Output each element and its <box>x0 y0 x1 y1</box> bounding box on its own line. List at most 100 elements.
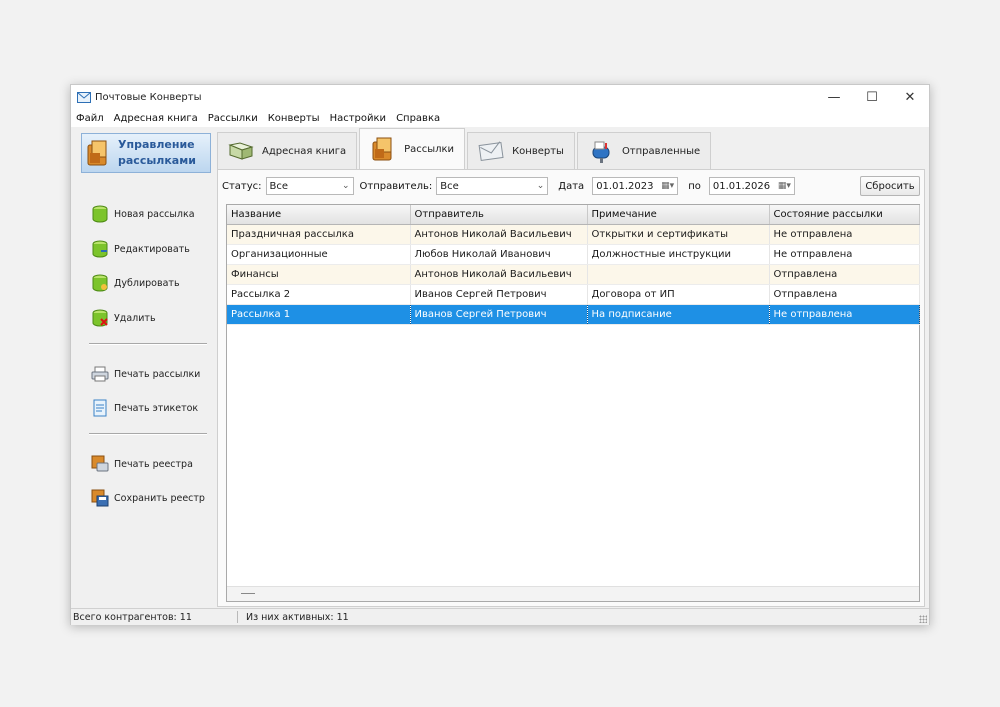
sidebar-item-label: Удалить <box>114 312 156 324</box>
table-row[interactable]: Финансы Антонов Николай Васильевич Отпра… <box>227 264 920 285</box>
cell-name: Рассылка 2 <box>227 284 411 305</box>
calendar-dropdown-icon[interactable]: ▦▾ <box>661 181 674 191</box>
cell-sender: Иванов Сергей Петрович <box>410 284 588 305</box>
tab-sent[interactable]: Отправленные <box>576 132 712 169</box>
table-row[interactable]: Организационные Любов Николай Иванович Д… <box>227 244 920 265</box>
cell-note: Договора от ИП <box>587 284 770 305</box>
maximize-button[interactable]: ☐ <box>853 85 891 109</box>
column-header-sender[interactable]: Отправитель <box>410 205 588 225</box>
print-mailing-button[interactable]: Печать рассылки <box>91 363 200 385</box>
envelope-icon <box>478 139 504 163</box>
cell-note <box>587 264 770 285</box>
delete-mailing-button[interactable]: Удалить <box>91 307 156 329</box>
mailings-panel: Статус: Все ⌄ Отправитель: Все ⌄ Дата 01… <box>217 169 925 607</box>
label-icon <box>91 398 109 418</box>
sidebar-divider <box>89 433 207 435</box>
mailing-management-icon <box>86 139 110 167</box>
tab-address-book[interactable]: Адресная книга <box>217 132 358 169</box>
cell-sender: Антонов Николай Васильевич <box>410 264 588 285</box>
sidebar-item-label: Печать реестра <box>114 458 193 470</box>
edit-mailing-button[interactable]: Редактировать <box>91 238 190 260</box>
sender-select-value: Все <box>440 180 459 192</box>
status-divider <box>237 611 238 623</box>
sidebar-header: Управление рассылками <box>81 133 211 173</box>
print-labels-button[interactable]: Печать этикеток <box>91 397 198 419</box>
sidebar-item-label: Печать рассылки <box>114 368 201 380</box>
db-delete-icon <box>91 308 109 328</box>
menu-envelopes[interactable]: Конверты <box>263 113 325 124</box>
cell-name: Рассылка 1 <box>227 304 411 325</box>
title-bar[interactable]: Почтовые Конверты — ☐ ✕ <box>71 85 929 109</box>
tab-label: Отправленные <box>621 145 701 157</box>
footer-dash <box>241 593 255 594</box>
content-area: Адресная книга Рассылки Конверты Отправл… <box>217 127 925 607</box>
status-select[interactable]: Все ⌄ <box>265 177 354 195</box>
tab-mailings[interactable]: Рассылки <box>359 128 466 169</box>
db-add-icon <box>91 204 109 224</box>
window-title: Почтовые Конверты <box>95 91 202 103</box>
date-to-value: 01.01.2026 <box>712 180 771 192</box>
new-mailing-button[interactable]: Новая рассылка <box>91 203 195 225</box>
column-header-note[interactable]: Примечание <box>587 205 770 225</box>
status-bar: Всего контрагентов: 11 Из них активных: … <box>71 608 929 625</box>
filter-bar: Статус: Все ⌄ Отправитель: Все ⌄ Дата 01… <box>222 176 920 196</box>
menu-settings[interactable]: Настройки <box>325 113 391 124</box>
menu-mailings[interactable]: Рассылки <box>203 113 263 124</box>
cell-status: Отправлена <box>769 284 920 305</box>
tab-label: Рассылки <box>404 143 455 155</box>
app-window: Почтовые Конверты — ☐ ✕ Файл Адресная кн… <box>70 84 930 625</box>
cell-status: Не отправлена <box>769 224 920 245</box>
mailing-icon <box>370 137 396 161</box>
sidebar-item-label: Редактировать <box>114 243 190 255</box>
sidebar: Управление рассылками Новая рассылка Ред… <box>75 127 211 603</box>
save-register-icon <box>91 488 109 508</box>
cell-name: Организационные <box>227 244 411 265</box>
save-register-button[interactable]: Сохранить реестр <box>91 487 205 509</box>
calendar-dropdown-icon[interactable]: ▦▾ <box>778 181 791 191</box>
duplicate-mailing-button[interactable]: Дублировать <box>91 272 180 294</box>
status-filter-label: Статус: <box>222 180 262 192</box>
column-header-status[interactable]: Состояние рассылки <box>769 205 920 225</box>
table-row[interactable]: Рассылка 2 Иванов Сергей Петрович Догово… <box>227 284 920 305</box>
menu-file[interactable]: Файл <box>71 113 109 124</box>
menu-bar: Файл Адресная книга Рассылки Конверты На… <box>71 109 929 127</box>
sidebar-header-line1: Управление <box>118 138 195 151</box>
close-button[interactable]: ✕ <box>891 85 929 109</box>
date-filter-label: Дата <box>558 180 585 192</box>
date-from-value: 01.01.2023 <box>596 180 654 192</box>
table-footer <box>227 586 919 601</box>
column-header-name[interactable]: Название <box>227 205 411 225</box>
mailings-table: Название Отправитель Примечание Состояни… <box>226 204 920 602</box>
menu-address-book[interactable]: Адресная книга <box>109 113 203 124</box>
date-from-field[interactable]: 01.01.2023 ▦▾ <box>592 177 679 195</box>
menu-help[interactable]: Справка <box>391 113 445 124</box>
resize-grip[interactable] <box>919 615 927 623</box>
cell-sender: Любов Николай Иванович <box>410 244 588 265</box>
reset-button[interactable]: Сбросить <box>860 176 920 196</box>
minimize-button[interactable]: — <box>815 85 853 109</box>
cell-note: На подписание <box>587 304 770 325</box>
sidebar-item-label: Новая рассылка <box>114 208 195 220</box>
chevron-down-icon: ⌄ <box>536 181 545 191</box>
date-to-field[interactable]: 01.01.2026 ▦▾ <box>708 177 795 195</box>
print-register-button[interactable]: Печать реестра <box>91 453 193 475</box>
tab-envelopes[interactable]: Конверты <box>467 132 575 169</box>
cell-note: Должностные инструкции <box>587 244 770 265</box>
db-copy-icon <box>91 273 109 293</box>
table-row[interactable]: Праздничная рассылка Антонов Николай Вас… <box>227 224 920 245</box>
sidebar-header-line2: рассылками <box>118 154 196 167</box>
sidebar-divider <box>89 343 207 345</box>
sidebar-item-label: Дублировать <box>114 277 180 289</box>
date-to-label: по <box>688 180 701 192</box>
table-row-selected[interactable]: Рассылка 1 Иванов Сергей Петрович На под… <box>227 304 920 325</box>
cell-sender: Антонов Николай Васильевич <box>410 224 588 245</box>
cell-name: Праздничная рассылка <box>227 224 411 245</box>
sender-filter-label: Отправитель: <box>359 180 433 192</box>
sidebar-item-label: Сохранить реестр <box>114 492 205 504</box>
tab-strip: Адресная книга Рассылки Конверты Отправл… <box>217 128 713 169</box>
status-total: Всего контрагентов: 11 <box>73 611 192 623</box>
mailbox-icon <box>588 139 614 163</box>
cell-status: Не отправлена <box>769 244 920 265</box>
app-envelope-icon <box>77 90 91 104</box>
sender-select[interactable]: Все ⌄ <box>436 177 549 195</box>
